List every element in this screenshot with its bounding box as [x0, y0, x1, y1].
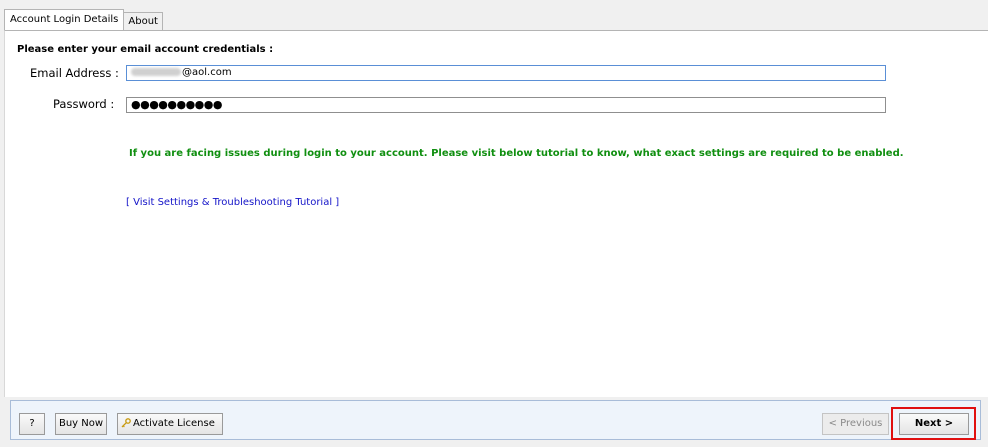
footer-toolbar: ? Buy Now Activate License < Previous Ne…	[10, 400, 981, 440]
email-field[interactable]: @aol.com	[126, 65, 886, 81]
account-login-panel: Please enter your email account credenti…	[4, 30, 988, 397]
password-field[interactable]: ●●●●●●●●●●	[126, 97, 886, 113]
email-suffix: @aol.com	[182, 67, 232, 78]
next-button-highlight: Next >	[891, 407, 976, 440]
previous-button[interactable]: < Previous	[822, 413, 889, 435]
tab-account-login-details[interactable]: Account Login Details	[4, 9, 125, 30]
login-help-notice: If you are facing issues during login to…	[129, 148, 904, 159]
tab-about[interactable]: About	[123, 12, 163, 30]
activate-license-label: Activate License	[133, 418, 215, 429]
activate-license-button[interactable]: Activate License	[117, 413, 223, 435]
tutorial-link[interactable]: [ Visit Settings & Troubleshooting Tutor…	[126, 197, 339, 208]
buy-now-button[interactable]: Buy Now	[55, 413, 107, 435]
password-label: Password :	[53, 97, 115, 111]
key-icon	[121, 418, 131, 428]
form-heading: Please enter your email account credenti…	[17, 44, 274, 55]
password-mask: ●●●●●●●●●●	[131, 98, 222, 111]
help-button[interactable]: ?	[19, 413, 45, 435]
next-button[interactable]: Next >	[899, 413, 969, 435]
email-label: Email Address :	[30, 66, 119, 80]
redacted-text	[131, 68, 181, 76]
tab-strip: Account Login Details About	[4, 9, 163, 30]
